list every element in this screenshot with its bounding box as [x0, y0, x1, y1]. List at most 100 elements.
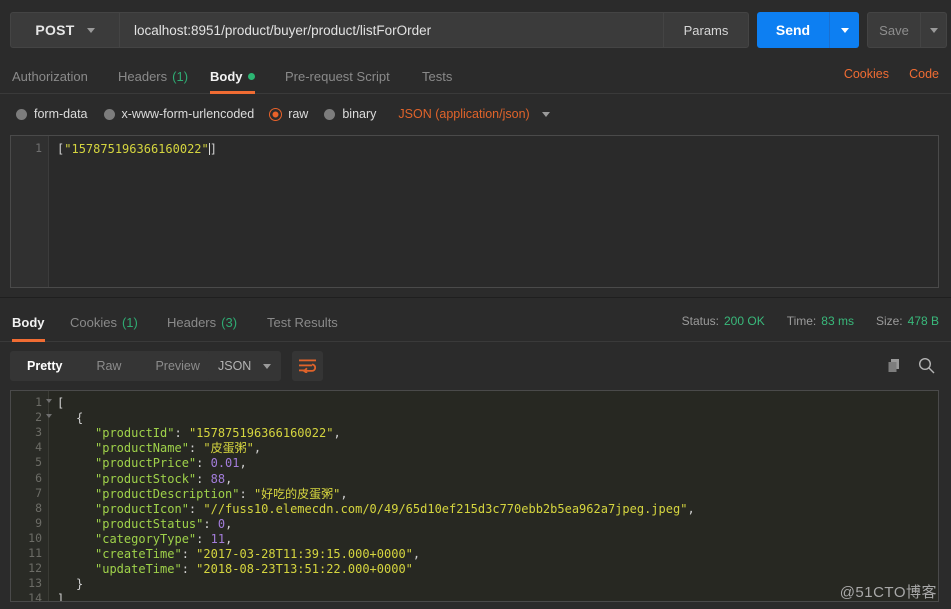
- radio-icon: [103, 108, 115, 120]
- status-badge: Status: 200 OK: [682, 314, 765, 328]
- code-token: "//fuss10.elemecdn.com/0/49/65d10ef215d3…: [203, 501, 688, 516]
- code-token: :: [196, 531, 211, 546]
- response-tab-headers[interactable]: Headers (3): [167, 302, 237, 342]
- code-token: :: [196, 471, 211, 486]
- url-value: localhost:8951/product/buyer/product/lis…: [134, 22, 432, 38]
- tab-tests[interactable]: Tests: [422, 58, 452, 94]
- http-method-label: POST: [35, 22, 75, 38]
- chevron-down-icon: [929, 27, 938, 33]
- watermark: @51CTO博客: [839, 584, 937, 601]
- response-tab-body[interactable]: Body: [12, 302, 45, 342]
- code-link[interactable]: Code: [909, 67, 939, 81]
- response-tab-test-results[interactable]: Test Results: [267, 302, 338, 342]
- response-format-label: JSON: [218, 359, 252, 373]
- body-type-raw[interactable]: raw: [270, 107, 308, 121]
- tab-headers[interactable]: Headers (1): [118, 58, 188, 94]
- panel-divider[interactable]: [0, 297, 951, 298]
- fold-toggle-icon[interactable]: [46, 414, 52, 419]
- code-token: ,: [225, 516, 233, 531]
- response-toolbar: Pretty Raw Preview JSON: [0, 342, 951, 390]
- send-options-button[interactable]: [829, 12, 859, 48]
- code-line: "createTime": "2017-03-28T11:39:15.000+0…: [95, 546, 420, 562]
- search-button[interactable]: [918, 357, 935, 379]
- code-token: :: [203, 516, 218, 531]
- response-tab-cookies[interactable]: Cookies (1): [70, 302, 138, 342]
- tab-pre-request-script[interactable]: Pre-request Script: [285, 58, 390, 94]
- code-token: "productId": [95, 426, 175, 441]
- send-button[interactable]: Send: [757, 12, 829, 48]
- request-body-line: ["157875196366160022"]: [57, 141, 217, 157]
- save-options-button[interactable]: [921, 12, 947, 48]
- response-tab-bar: Body Cookies (1) Headers (3) Test Result…: [0, 302, 951, 342]
- body-type-urlencoded[interactable]: x-www-form-urlencoded: [103, 107, 254, 121]
- response-view-mode-group: Pretty Raw Preview: [10, 351, 217, 381]
- line-number: 12: [28, 561, 42, 576]
- view-mode-raw[interactable]: Raw: [79, 351, 138, 381]
- request-body-editor[interactable]: 1 ["157875196366160022"]: [10, 135, 939, 288]
- save-button[interactable]: Save: [867, 12, 921, 48]
- http-method-dropdown[interactable]: POST: [10, 12, 120, 48]
- bracket-close: ]: [209, 142, 217, 156]
- chevron-down-icon: [840, 27, 849, 33]
- line-number: 8: [35, 500, 42, 515]
- search-icon: [918, 357, 935, 374]
- content-type-dropdown[interactable]: JSON (application/json): [398, 107, 550, 121]
- code-token: 0: [217, 516, 226, 531]
- tab-count: (3): [221, 314, 238, 330]
- chevron-down-icon: [86, 27, 95, 33]
- code-line: "categoryType": 11,: [95, 531, 232, 547]
- quote-close: ": [201, 142, 209, 156]
- body-type-form-data[interactable]: form-data: [16, 107, 88, 121]
- code-token: ,: [239, 456, 247, 471]
- tab-body[interactable]: Body: [210, 58, 255, 94]
- tab-label: Headers: [118, 68, 168, 84]
- view-mode-preview[interactable]: Preview: [138, 351, 216, 381]
- code-token: :: [239, 486, 254, 501]
- code-token: 88: [210, 471, 226, 486]
- response-body-editor[interactable]: 1 2 3 4 5 6 7 8 9 10 11 12 13 14 [{"productId": "1578…: [10, 390, 939, 602]
- tab-label: Body: [12, 314, 45, 330]
- tab-count: (1): [172, 68, 189, 84]
- radio-icon: [324, 108, 336, 120]
- code-token: "productName": [95, 441, 189, 456]
- view-mode-pretty[interactable]: Pretty: [10, 351, 79, 381]
- view-mode-label: Raw: [96, 359, 122, 373]
- code-token: "好吃的皮蛋粥": [253, 486, 341, 501]
- code-line: {: [76, 410, 83, 426]
- params-button[interactable]: Params: [663, 12, 749, 48]
- tab-label: Body: [210, 68, 243, 84]
- body-type-binary[interactable]: binary: [324, 107, 376, 121]
- tab-label: Authorization: [12, 68, 88, 84]
- code-token: :: [181, 547, 197, 561]
- url-input[interactable]: localhost:8951/product/buyer/product/lis…: [120, 12, 671, 48]
- code-token: "updateTime": [95, 562, 182, 577]
- cookies-link[interactable]: Cookies: [844, 67, 889, 81]
- copy-icon: [888, 359, 899, 372]
- code-token: ,: [333, 426, 341, 441]
- line-number: 7: [35, 485, 42, 500]
- code-line: [: [57, 395, 64, 411]
- request-url-bar: POST localhost:8951/product/buyer/produc…: [0, 0, 951, 58]
- code-token: "2018-08-23T13:51:22.000+0000": [196, 562, 413, 577]
- tab-authorization[interactable]: Authorization: [12, 58, 88, 94]
- code-token: "2017-03-28T11:39:15.000+0000": [196, 547, 413, 561]
- response-format-dropdown[interactable]: JSON: [208, 351, 281, 381]
- code-line: "productName": "皮蛋粥",: [95, 440, 261, 456]
- code-token: ]: [57, 592, 65, 602]
- view-mode-label: Pretty: [27, 359, 63, 373]
- unsaved-dot-icon: [247, 72, 255, 80]
- line-number: 14: [28, 591, 42, 602]
- line-number: 10: [28, 530, 42, 545]
- tab-count: (1): [121, 314, 138, 330]
- word-wrap-button[interactable]: [292, 351, 323, 381]
- tab-label: Headers: [167, 314, 217, 330]
- copy-button[interactable]: [887, 358, 903, 379]
- code-line: "updateTime": "2018-08-23T13:51:22.000+0…: [95, 561, 413, 577]
- body-type-label: binary: [342, 107, 377, 121]
- code-token: [: [57, 396, 65, 410]
- code-token: 0.01: [210, 456, 240, 471]
- line-number: 13: [28, 576, 42, 591]
- fold-toggle-icon[interactable]: [46, 399, 52, 403]
- code-token: ,: [340, 486, 348, 501]
- code-line: ]: [57, 591, 65, 602]
